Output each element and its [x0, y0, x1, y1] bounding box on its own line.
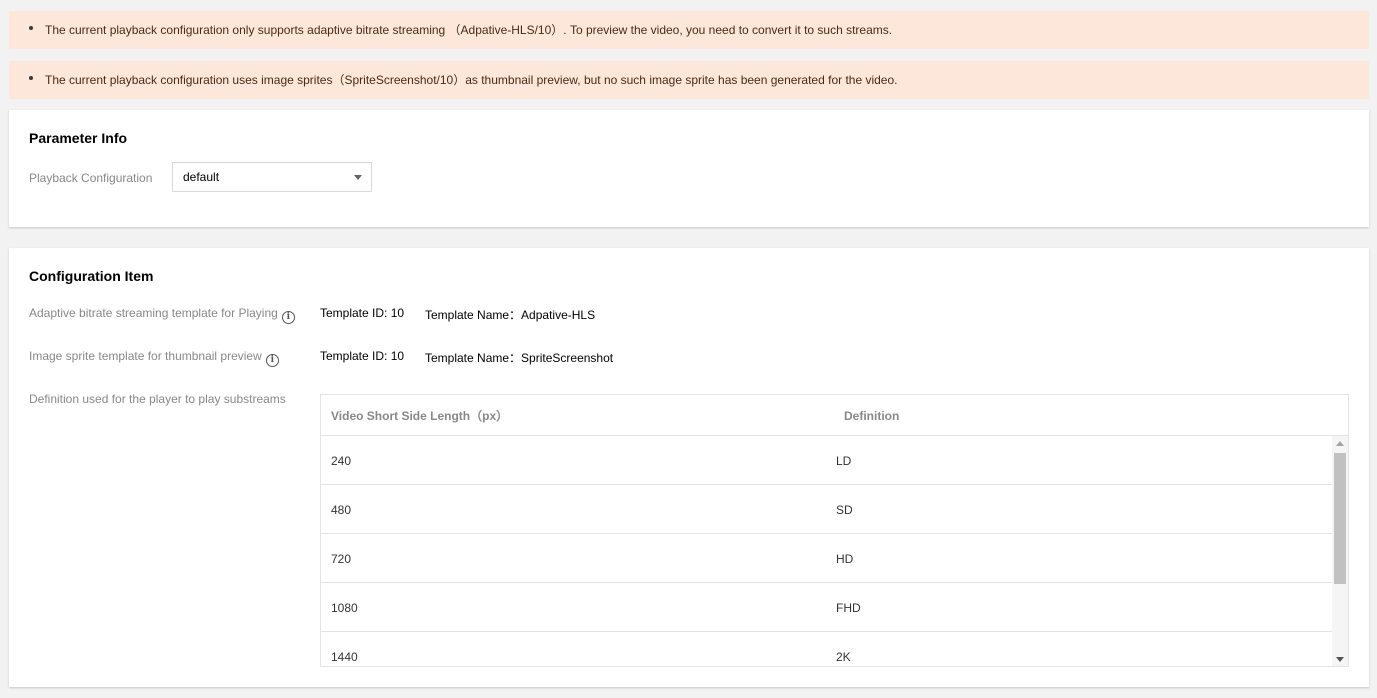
column-header-definition: Definition — [844, 409, 900, 423]
template-name-label: Template Name： — [425, 351, 522, 365]
adaptive-template-label-text: Adaptive bitrate streaming template for … — [29, 306, 278, 320]
info-circle-icon[interactable]: i — [281, 311, 295, 324]
cell-length: 480 — [331, 503, 352, 517]
scroll-down-arrow-icon[interactable] — [1336, 657, 1344, 662]
cell-length: 720 — [331, 552, 352, 566]
adaptive-template-name: Template Name：Adpative-HLS — [425, 306, 595, 323]
scroll-up-arrow-icon[interactable] — [1336, 441, 1344, 446]
select-value: default — [183, 170, 220, 184]
playback-configuration-label: Playback Configuration — [29, 171, 153, 185]
table-row: 240 LD — [321, 436, 1333, 485]
cell-length: 1080 — [331, 601, 358, 615]
alert-hls-required: The current playback configuration only … — [9, 11, 1369, 49]
playback-configuration-select[interactable]: default — [172, 162, 372, 192]
template-name-value: Adpative-HLS — [521, 308, 596, 322]
table-row: 1440 2K — [321, 632, 1333, 666]
alert-text: The current playback configuration only … — [45, 23, 893, 37]
sprite-template-label: Image sprite template for thumbnail prev… — [29, 349, 279, 367]
table-row: 1080 FHD — [321, 583, 1333, 632]
cell-definition: LD — [836, 454, 852, 468]
cell-length: 1440 — [331, 650, 358, 664]
sprite-template-label-text: Image sprite template for thumbnail prev… — [29, 349, 262, 363]
table-row: 720 HD — [321, 534, 1333, 583]
cell-definition: SD — [836, 503, 853, 517]
configuration-item-panel: Configuration Item Adaptive bitrate stre… — [9, 248, 1369, 687]
table-body[interactable]: 240 LD 480 SD 720 HD 1080 FHD 1440 2K — [321, 436, 1333, 666]
table-row: 480 SD — [321, 485, 1333, 534]
table-header: Video Short Side Length（px） Definition — [321, 395, 1348, 436]
sprite-template-name: Template Name：SpriteScreenshot — [425, 349, 613, 366]
parameter-info-panel: Parameter Info Playback Configuration de… — [9, 110, 1369, 227]
template-name-value: SpriteScreenshot — [521, 351, 614, 365]
alert-text: The current playback configuration uses … — [45, 73, 898, 87]
cell-definition: FHD — [836, 601, 861, 615]
cell-definition: HD — [836, 552, 854, 566]
adaptive-template-id: Template ID: 10 — [320, 306, 405, 320]
caret-down-icon — [354, 175, 362, 180]
table-scrollbar[interactable] — [1332, 436, 1348, 666]
alert-sprite-missing: The current playback configuration uses … — [9, 61, 1369, 99]
adaptive-template-label: Adaptive bitrate streaming template for … — [29, 306, 295, 324]
scroll-thumb[interactable] — [1334, 453, 1346, 584]
cell-length: 240 — [331, 454, 352, 468]
cell-definition: 2K — [836, 650, 851, 664]
definition-label: Definition used for the player to play s… — [29, 392, 286, 406]
template-name-label: Template Name： — [425, 308, 522, 322]
column-header-length: Video Short Side Length（px） — [331, 409, 509, 423]
definition-table: Video Short Side Length（px） Definition 2… — [320, 394, 1349, 667]
sprite-template-id: Template ID: 10 — [320, 349, 405, 363]
panel-title: Configuration Item — [29, 268, 154, 284]
info-circle-icon[interactable]: i — [265, 354, 279, 367]
panel-title: Parameter Info — [29, 130, 128, 146]
